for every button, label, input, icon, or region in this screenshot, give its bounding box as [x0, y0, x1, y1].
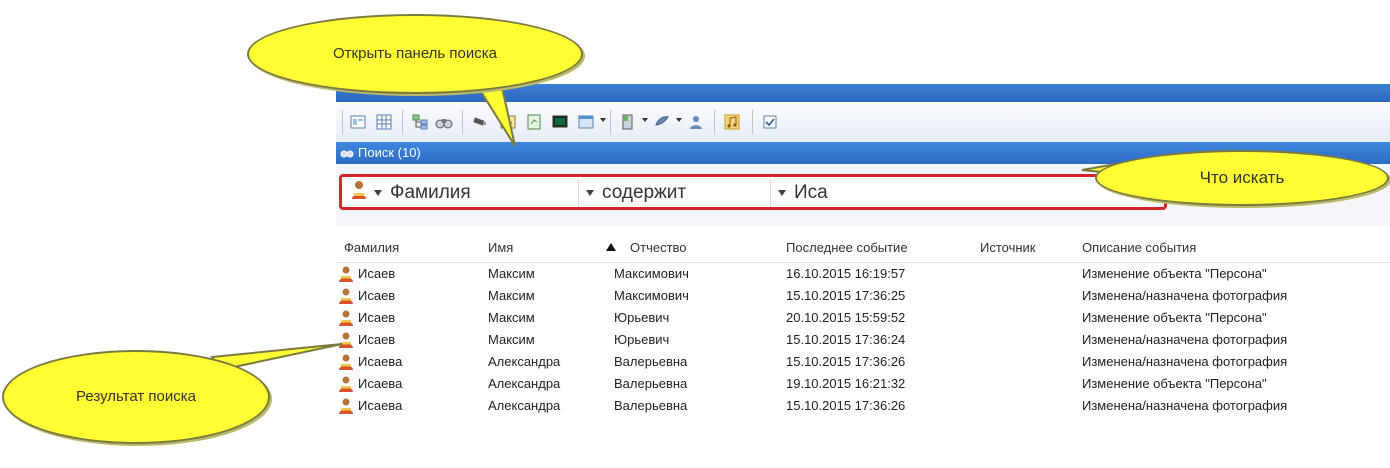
cell-desc: Изменение объекта "Персона" — [1082, 376, 1267, 391]
toolbar-separator — [752, 110, 753, 134]
cell-desc: Изменение объекта "Персона" — [1082, 266, 1267, 281]
callout-result: Результат поиска — [2, 350, 270, 444]
column-header-last[interactable]: Фамилия — [344, 240, 399, 255]
cell-first: Александра — [488, 398, 561, 413]
dropdown-arrow-icon[interactable] — [642, 118, 648, 122]
cell-middle: Юрьевич — [614, 310, 670, 325]
window-icon[interactable] — [576, 112, 596, 132]
dropdown-arrow-icon[interactable] — [676, 118, 682, 122]
dropdown-arrow-icon[interactable] — [600, 118, 606, 122]
table-row[interactable]: Исаев Максим Юрьевич 20.10.2015 15:59:52 Изм… — [336, 307, 1390, 329]
condition-select-value: содержит — [602, 182, 687, 203]
grid-icon[interactable] — [374, 112, 394, 132]
cell-middle: Валерьевна — [614, 376, 688, 391]
monitor-icon[interactable] — [550, 112, 570, 132]
cell-first: Максим — [488, 310, 535, 325]
table-row[interactable]: Исаева Александра Валерьевна 19.10.2015 16:… — [336, 373, 1390, 395]
cell-last: Исаева — [358, 354, 403, 369]
cell-last: Исаева — [358, 398, 403, 413]
field-select[interactable]: Фамилия — [350, 181, 580, 205]
column-header-source[interactable]: Источник — [980, 240, 1036, 255]
door-icon[interactable] — [618, 112, 638, 132]
toolbar-separator — [402, 110, 403, 134]
person-icon — [339, 332, 353, 348]
condition-select[interactable]: содержит — [580, 181, 770, 205]
person-icon — [339, 398, 353, 414]
app-window: Поиск (10) Фамилия содержит Иса Фамилия … — [336, 84, 1390, 468]
cell-first: Александра — [488, 376, 561, 391]
music-icon[interactable] — [722, 112, 742, 132]
person-icon — [350, 180, 368, 206]
sort-ascending-icon — [606, 243, 616, 251]
tree-icon[interactable] — [410, 112, 430, 132]
person-icon — [339, 354, 353, 370]
cell-desc: Изменена/назначена фотография — [1082, 288, 1288, 303]
wing-icon[interactable] — [652, 112, 672, 132]
cell-desc: Изменена/назначена фотография — [1082, 332, 1288, 347]
callout-what-search: Что искать — [1095, 150, 1389, 206]
column-header-first[interactable]: Имя — [488, 240, 513, 255]
cell-desc: Изменена/назначена фотография — [1082, 354, 1288, 369]
toolbar-separator — [714, 110, 715, 134]
field-separator — [770, 179, 771, 207]
person-icon — [339, 310, 353, 326]
table-row[interactable]: Исаева Александра Валерьевна 15.10.2015 17:… — [336, 351, 1390, 373]
cell-time: 20.10.2015 15:59:52 — [786, 310, 906, 325]
cell-desc: Изменена/назначена фотография — [1082, 398, 1288, 413]
cell-time: 19.10.2015 16:21:32 — [786, 376, 906, 391]
map-icon[interactable] — [498, 112, 518, 132]
cell-last: Исаев — [358, 288, 396, 303]
toolbar-separator — [610, 110, 611, 134]
cell-middle: Максимович — [614, 266, 689, 281]
toolbar — [336, 102, 1390, 143]
field-select-value: Фамилия — [390, 182, 471, 203]
cell-last: Исаев — [358, 310, 396, 325]
cell-middle: Максимович — [614, 288, 689, 303]
search-criteria-box: Фамилия содержит Иса — [339, 174, 1167, 210]
cell-first: Максим — [488, 332, 535, 347]
callout-open-panel: Открыть панель поиска — [247, 14, 583, 94]
cell-time: 15.10.2015 17:36:26 — [786, 398, 906, 413]
checkbox-icon[interactable] — [760, 112, 780, 132]
cell-middle: Юрьевич — [614, 332, 670, 347]
cell-middle: Валерьевна — [614, 398, 688, 413]
dropdown-arrow-icon — [374, 190, 382, 196]
column-header-time[interactable]: Последнее событие — [786, 240, 908, 255]
camera-icon[interactable] — [470, 112, 490, 132]
person-icon — [339, 288, 353, 304]
cell-desc: Изменение объекта "Персона" — [1082, 310, 1267, 325]
column-header-desc[interactable]: Описание события — [1082, 240, 1196, 255]
table-row[interactable]: Исаева Александра Валерьевна 15.10.2015 17:… — [336, 395, 1390, 417]
column-header-middle[interactable]: Отчество — [606, 240, 687, 255]
cell-time: 15.10.2015 17:36:25 — [786, 288, 906, 303]
table-row[interactable]: Исаев Максим Максимович 15.10.2015 17:36:25… — [336, 285, 1390, 307]
cell-time: 15.10.2015 17:36:26 — [786, 354, 906, 369]
cell-first: Александра — [488, 354, 561, 369]
table-row[interactable]: Исаев Максим Юрьевич 15.10.2015 17:36:24 Изм… — [336, 329, 1390, 351]
toolbar-separator — [462, 110, 463, 134]
cell-last: Исаев — [358, 332, 396, 347]
user-config-icon[interactable] — [686, 112, 706, 132]
panel-icon[interactable] — [348, 112, 368, 132]
cell-first: Максим — [488, 288, 535, 303]
search-value-text: Иса — [794, 182, 828, 203]
field-separator — [578, 179, 579, 207]
binoculars-icon[interactable] — [434, 112, 454, 132]
dropdown-arrow-icon — [778, 190, 786, 196]
cell-last: Исаев — [358, 266, 396, 281]
person-icon — [339, 266, 353, 282]
person-icon — [339, 376, 353, 392]
toolbar-separator — [342, 110, 343, 134]
report-icon[interactable] — [524, 112, 544, 132]
cell-time: 15.10.2015 17:36:24 — [786, 332, 906, 347]
cell-middle: Валерьевна — [614, 354, 688, 369]
cell-first: Максим — [488, 266, 535, 281]
table-header: Фамилия Имя Отчество Последнее событие И… — [336, 232, 1390, 263]
dropdown-arrow-icon — [586, 190, 594, 196]
cell-time: 16.10.2015 16:19:57 — [786, 266, 906, 281]
table-row[interactable]: Исаев Максим Максимович 16.10.2015 16:19:57… — [336, 263, 1390, 285]
panel-title: Поиск (10) — [358, 145, 421, 160]
cell-last: Исаева — [358, 376, 403, 391]
binoculars-icon — [340, 146, 354, 163]
